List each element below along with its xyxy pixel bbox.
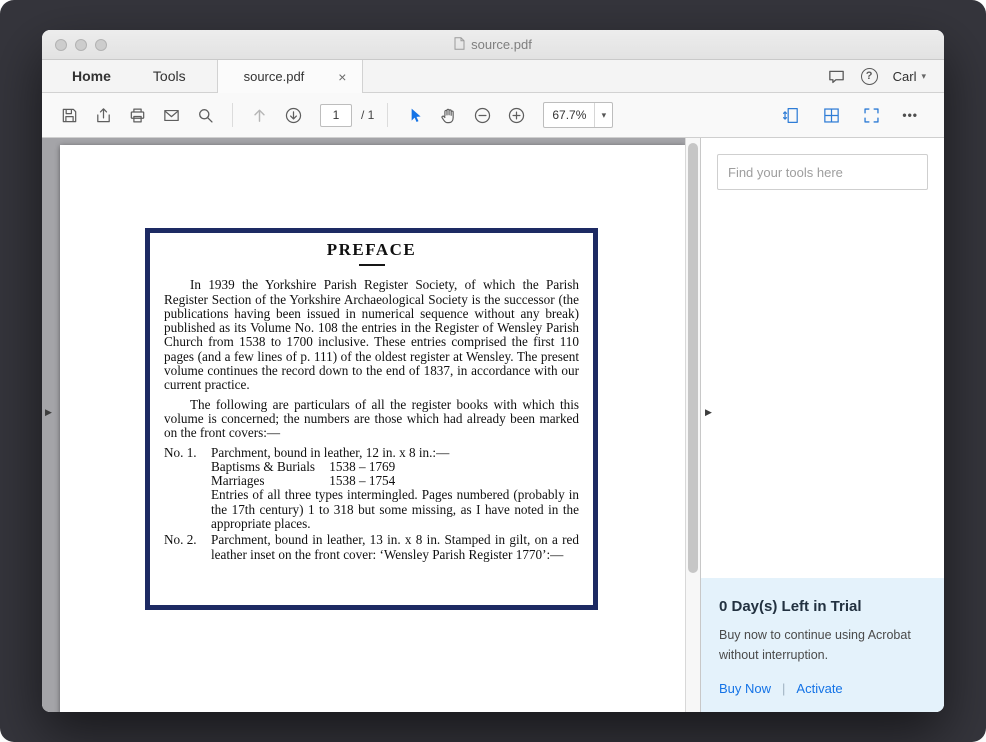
share-upload-button[interactable] <box>88 100 119 131</box>
tab-home[interactable]: Home <box>42 60 132 92</box>
register-item-body: Parchment, bound in leather, 12 in. x 8 … <box>211 446 579 532</box>
pdf-paragraph: In 1939 the Yorkshire Parish Register So… <box>164 278 579 392</box>
screen-backdrop: source.pdf Home Tools source.pdf × <box>0 0 986 742</box>
titlebar: source.pdf <box>42 30 944 60</box>
pdf-file-icon <box>454 37 465 53</box>
toolbar-divider <box>232 103 233 127</box>
search-icon[interactable] <box>190 100 221 131</box>
previous-page-button[interactable] <box>244 100 275 131</box>
pdf-heading: PREFACE <box>164 243 579 257</box>
minimize-button[interactable] <box>75 39 87 51</box>
zoom-out-button[interactable] <box>467 100 498 131</box>
register-item-label: No. 1. <box>164 446 211 532</box>
register-item-body: Parchment, bound in leather, 13 in. x 8 … <box>211 533 579 562</box>
tab-document[interactable]: source.pdf × <box>217 60 364 93</box>
register-item-intro: Parchment, bound in leather, 12 in. x 8 … <box>211 445 449 460</box>
scanned-page: PREFACE In 1939 the Yorkshire Parish Reg… <box>145 228 598 610</box>
scrollbar-thumb[interactable] <box>688 143 698 573</box>
pdf-paragraph: The following are particulars of all the… <box>164 398 579 441</box>
content-area: ▶ PREFACE In 1939 the Yorkshire Parish R… <box>42 138 944 712</box>
toolbar: / 1 67 <box>42 93 944 138</box>
window-title-wrap: source.pdf <box>454 37 532 53</box>
print-button[interactable] <box>122 100 153 131</box>
page-scroll-mode-button[interactable] <box>776 100 807 131</box>
trial-notice: 0 Day(s) Left in Trial Buy now to contin… <box>701 578 944 712</box>
search-input[interactable] <box>717 154 928 190</box>
register-item: No. 1. Parchment, bound in leather, 12 i… <box>164 446 579 532</box>
tab-tools[interactable]: Tools <box>132 60 207 92</box>
zoom-level-select[interactable]: 67.7% ▾ <box>543 102 613 128</box>
pdf-page: PREFACE In 1939 the Yorkshire Parish Reg… <box>60 145 685 712</box>
tab-bar: Home Tools source.pdf × ? Carl ▾ <box>42 60 944 93</box>
chevron-down-icon[interactable]: ▾ <box>594 103 612 127</box>
user-name: Carl <box>893 69 917 84</box>
trial-links-divider: | <box>782 681 785 696</box>
page-number-input[interactable] <box>320 104 352 127</box>
window-title: source.pdf <box>471 37 532 52</box>
more-tools-button[interactable]: ••• <box>896 100 924 131</box>
zoom-in-button[interactable] <box>501 100 532 131</box>
left-panel-toggle[interactable]: ▶ <box>45 408 52 417</box>
activate-link[interactable]: Activate <box>796 681 842 696</box>
comment-bubble-icon[interactable] <box>827 67 846 86</box>
tabbar-right: ? Carl ▾ <box>827 60 944 92</box>
heading-rule <box>359 264 385 266</box>
user-menu[interactable]: Carl ▾ <box>893 69 926 84</box>
hand-tool-button[interactable] <box>433 100 464 131</box>
fullscreen-icon[interactable] <box>856 100 887 131</box>
acrobat-window: source.pdf Home Tools source.pdf × <box>42 30 944 712</box>
trial-links: Buy Now | Activate <box>719 681 926 696</box>
register-date-row: Baptisms & Burials 1538 – 1769 <box>211 460 579 474</box>
close-tab-icon[interactable]: × <box>338 70 346 84</box>
register-item: No. 2. Parchment, bound in leather, 13 i… <box>164 533 579 562</box>
next-page-button[interactable] <box>278 100 309 131</box>
trial-title: 0 Day(s) Left in Trial <box>719 598 926 615</box>
trial-message: Buy now to continue using Acrobat withou… <box>719 626 926 665</box>
document-tab-label: source.pdf <box>244 69 305 84</box>
vertical-scrollbar[interactable] <box>685 138 700 712</box>
organize-pages-button[interactable] <box>816 100 847 131</box>
traffic-lights <box>55 30 107 59</box>
close-button[interactable] <box>55 39 67 51</box>
document-canvas: ▶ PREFACE In 1939 the Yorkshire Parish R… <box>42 138 685 712</box>
register-date-row: Marriages 1538 – 1754 <box>211 474 579 488</box>
page-count-label: / 1 <box>361 108 374 122</box>
save-button[interactable] <box>54 100 85 131</box>
select-tool-button[interactable] <box>399 100 430 131</box>
help-icon[interactable]: ? <box>861 68 878 85</box>
email-button[interactable] <box>156 100 187 131</box>
tools-sidebar: ▶ 0 Day(s) Left in Trial Buy now to cont… <box>700 138 944 712</box>
toolbar-divider <box>387 103 388 127</box>
register-item-note: Entries of all three types intermingled.… <box>211 488 579 531</box>
register-item-label: No. 2. <box>164 533 211 562</box>
right-panel-toggle[interactable]: ▶ <box>705 408 712 417</box>
zoom-button[interactable] <box>95 39 107 51</box>
chevron-down-icon: ▾ <box>921 71 926 82</box>
toolbar-right-cluster: ••• <box>776 100 932 131</box>
buy-now-link[interactable]: Buy Now <box>719 681 771 696</box>
zoom-level-value: 67.7% <box>544 108 594 122</box>
